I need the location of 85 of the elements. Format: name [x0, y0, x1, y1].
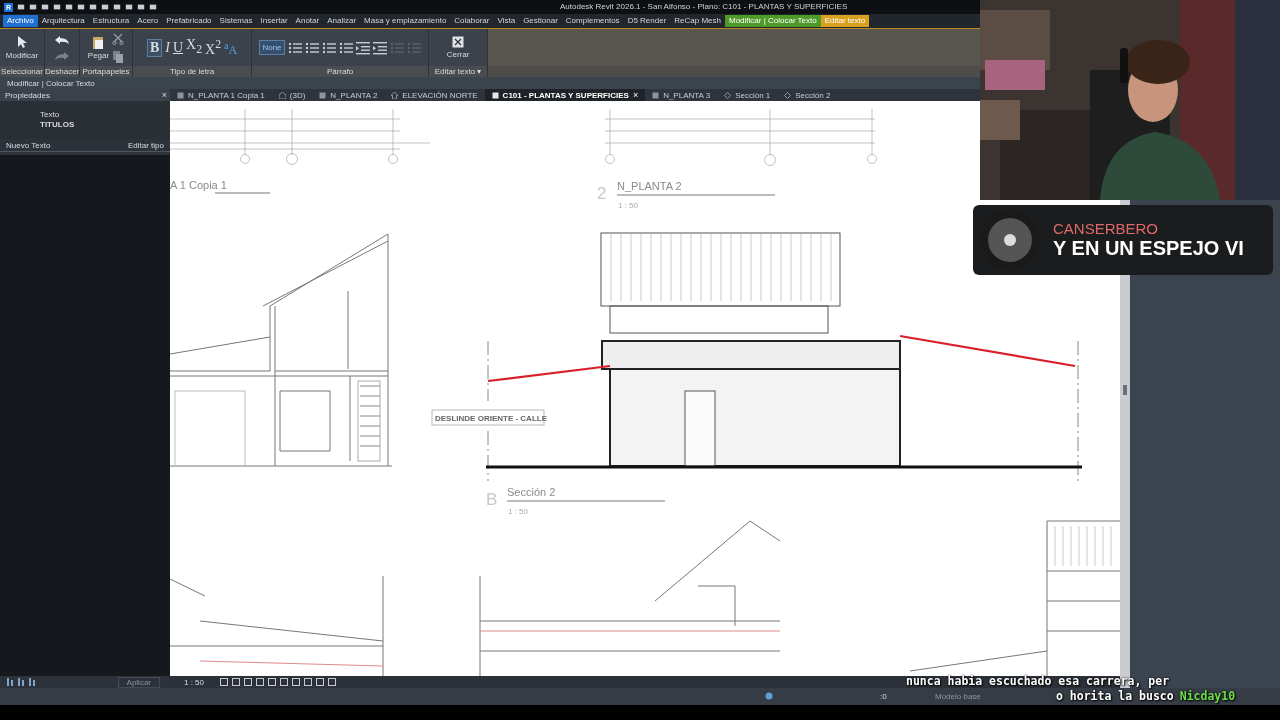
format-button[interactable]: X$_{2}$ [186, 37, 202, 58]
ribbon-tab[interactable]: Gestionar [519, 15, 562, 27]
view-tab[interactable]: Sección 2 [777, 89, 838, 101]
panel-label: Tipo de letra [133, 66, 251, 77]
view-title: N_PLANTA 2 [617, 180, 682, 192]
sort-icon[interactable] [17, 678, 25, 686]
ribbon-tab[interactable]: Modificar | Colocar Texto [725, 15, 821, 27]
edit-type-button[interactable]: Editar tipo [127, 140, 164, 150]
close-button[interactable]: × [161, 90, 167, 100]
type-family: Texto [40, 110, 60, 120]
view-tab[interactable]: C101 - PLANTAS Y SUPERFICIES × [484, 89, 646, 101]
scale-label[interactable]: 1 : 50 [184, 677, 204, 687]
sort-icon[interactable] [6, 678, 14, 686]
panel-label: Editar texto ▾ [429, 66, 487, 77]
plan-icon [652, 91, 660, 99]
text-tag-box[interactable] [431, 409, 545, 426]
list-icon[interactable] [287, 40, 302, 55]
chat-username: Nicday10 [1179, 689, 1236, 703]
worksharing-icon[interactable] [765, 692, 773, 700]
ribbon-tab[interactable]: Arquitectura [37, 15, 89, 27]
scrollbar-thumb[interactable] [1123, 385, 1127, 395]
indent-icon[interactable] [355, 40, 370, 55]
sort-icon[interactable] [28, 678, 36, 686]
format-button[interactable]: X$^{2}$ [205, 37, 221, 58]
ribbon-tab[interactable]: Sistemas [215, 15, 257, 27]
apply-button[interactable]: Aplicar [117, 676, 160, 688]
list-icon[interactable] [321, 40, 336, 55]
view-title: Sección 2 [507, 486, 556, 498]
close-button[interactable]: Cerrar [446, 36, 470, 59]
ribbon-tab[interactable]: D5 Render [623, 15, 671, 27]
view-scale: 1 : 50 [618, 201, 638, 210]
format-button[interactable]: B [146, 38, 163, 57]
modify-button[interactable]: Modificar [5, 35, 39, 60]
ribbon-tab[interactable]: Complementos [561, 15, 624, 27]
pointer-icon [16, 35, 28, 49]
panel-label: Portapapeles [80, 66, 132, 77]
song-title: Y EN UN ESPEJO VI [1053, 237, 1244, 260]
elevation-icon [391, 91, 399, 99]
list-icon[interactable] [304, 40, 319, 55]
format-button[interactable]: I [165, 39, 170, 56]
ribbon-tab[interactable]: ReCap Mesh [670, 15, 725, 27]
ribbon-tab[interactable]: Vista [493, 15, 520, 27]
chat-message: o horita la busco [1056, 689, 1174, 703]
view-tab[interactable]: N_PLANTA 3 [645, 89, 718, 101]
view-scale: 1 : 50 [508, 507, 528, 516]
ribbon-tab[interactable]: Masa y emplazamiento [360, 15, 451, 27]
view-tab[interactable]: N_PLANTA 1 Copia 1 [170, 89, 272, 101]
panel-label: Párrafo [252, 66, 428, 77]
ribbon-tab[interactable]: Analizar [323, 15, 361, 27]
ribbon-tab[interactable]: Acero [133, 15, 163, 27]
artist-name: CANSERBERO [1053, 220, 1159, 237]
indent-icon[interactable] [372, 40, 387, 55]
sheet-icon [491, 91, 499, 99]
ribbon-tab[interactable]: Anotar [291, 15, 324, 27]
format-button[interactable]: $^{a}$A [223, 37, 238, 58]
context-label: Modificar | Colocar Texto [7, 78, 95, 88]
selection-count: :0 [880, 692, 887, 701]
plan-icon [319, 91, 327, 99]
plan-icon [177, 91, 184, 99]
view-tab[interactable]: (3D) [271, 89, 313, 101]
highlight-button[interactable]: None [259, 40, 285, 55]
copy-icon[interactable] [113, 50, 124, 63]
panel-label: Deshacer [45, 66, 79, 77]
instance-dropdown[interactable]: Nuevo Texto [6, 140, 51, 150]
view-tab[interactable]: ELEVACIÓN NORTE [384, 89, 485, 101]
type-name: TITULOS [40, 120, 75, 130]
ribbon-tab[interactable]: Insertar [256, 15, 292, 27]
view-tab[interactable]: Sección 1 [717, 89, 778, 101]
list-icon[interactable] [338, 40, 353, 55]
view-tab[interactable]: N_PLANTA 2 [312, 89, 385, 101]
model-dropdown[interactable]: Modelo base [935, 692, 981, 701]
clipboard-icon [92, 35, 105, 49]
tag-text[interactable]: DESLINDE ORIENTE - CALLE [435, 414, 547, 423]
ribbon-tab[interactable]: Estructura [88, 15, 134, 27]
format-button[interactable]: U [172, 39, 184, 56]
ribbon-tab[interactable]: Colaborar [450, 15, 494, 27]
ribbon-tab[interactable]: Archivo [3, 15, 38, 27]
panel-title: Propiedades [5, 90, 50, 100]
window-title: Autodesk Revit 2026.1 - San Alfonso - Plano: C101 - PLANTAS Y SUPERFICIES [560, 2, 848, 11]
type-selector[interactable]: Texto TITULOS [0, 101, 170, 139]
ribbon-tab[interactable]: Prefabricado [162, 15, 216, 27]
panel-label: Seleccionar [0, 66, 44, 77]
scissors-icon[interactable] [112, 32, 125, 45]
view-title: A 1 Copia 1 [170, 179, 227, 191]
paste-button[interactable]: Pegar [87, 35, 110, 60]
